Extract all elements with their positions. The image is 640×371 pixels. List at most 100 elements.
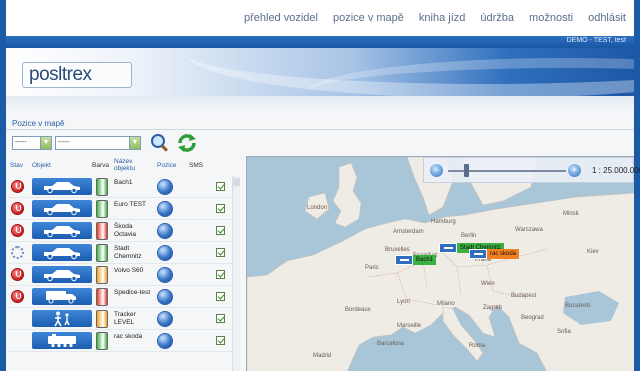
stop-icon[interactable] [11, 202, 24, 215]
status-color-bar [96, 266, 108, 284]
status-color-bar [96, 222, 108, 240]
car-icon[interactable] [32, 266, 92, 283]
sms-checkbox[interactable] [216, 182, 225, 191]
group-select[interactable]: ----- ▼ [12, 136, 52, 150]
map-label: London [307, 205, 328, 211]
person-icon[interactable] [32, 310, 92, 327]
table-row[interactable]: Spedice-test [8, 286, 232, 308]
zoom-control: − + 1 : 25.000.000 [423, 157, 640, 183]
object-select[interactable]: ----- ▼ [55, 136, 141, 150]
globe-icon[interactable] [157, 201, 173, 217]
nav-map-position[interactable]: pozice v mapě [333, 12, 404, 24]
zoom-slider-handle[interactable] [464, 164, 469, 177]
map-label: Hamburg [431, 219, 456, 225]
loading-icon [11, 246, 24, 259]
table-row[interactable]: Stadt Chemnitz [8, 242, 232, 264]
col-name[interactable]: Název objektu [114, 158, 148, 172]
globe-icon[interactable] [157, 311, 173, 327]
map-label: Beograd [521, 315, 544, 321]
table-row[interactable]: Volvo S60 [8, 264, 232, 286]
nav-maintenance[interactable]: údržba [480, 12, 514, 24]
arrow-icon [439, 243, 457, 253]
status-color-bar [96, 178, 108, 196]
table-row[interactable]: Tracker LEVEL [8, 308, 232, 330]
vehicle-name: Euro TEST [114, 201, 147, 208]
table-row[interactable]: Euro TEST [8, 198, 232, 220]
car-icon[interactable] [32, 244, 92, 261]
map-label: Wien [481, 281, 495, 287]
status-color-bar [96, 200, 108, 218]
zoom-in-icon[interactable]: + [568, 164, 581, 177]
map-label: Amsterdam [393, 229, 424, 235]
map-label: Bruxelles [385, 247, 410, 253]
map-land [247, 157, 634, 371]
sms-checkbox[interactable] [216, 270, 225, 279]
stop-icon[interactable] [11, 224, 24, 237]
globe-icon[interactable] [157, 245, 173, 261]
table-scrollbar[interactable] [232, 176, 240, 371]
banner-bottom [6, 96, 634, 114]
map-label: Kiev [587, 249, 599, 255]
map-marker[interactable]: Bach1 [395, 255, 437, 265]
vehicle-name: rac skoda [114, 333, 143, 340]
page-title: Pozice v mapě [12, 119, 65, 128]
arrow-icon [395, 255, 413, 265]
train-icon[interactable] [32, 332, 92, 349]
globe-icon[interactable] [157, 289, 173, 305]
sms-checkbox[interactable] [216, 314, 225, 323]
map-label: Sofia [557, 329, 571, 335]
map-label: Roma [469, 343, 486, 349]
vehicle-name: Bach1 [114, 179, 133, 186]
status-color-bar [96, 244, 108, 262]
map-label: Madrid [313, 353, 332, 359]
logo[interactable]: posltrex [22, 62, 132, 88]
col-position: Pozice [157, 162, 177, 169]
table-row[interactable]: rac skoda [8, 330, 232, 352]
sms-checkbox[interactable] [216, 248, 225, 257]
car-icon[interactable] [32, 200, 92, 217]
map-label: Paris [365, 265, 379, 271]
globe-icon[interactable] [157, 223, 173, 239]
map-scale: 1 : 25.000.000 [592, 166, 640, 175]
vehicle-name: Stadt Chemnitz [114, 245, 142, 260]
stop-icon[interactable] [11, 180, 24, 193]
map-label: Berlin [461, 233, 477, 239]
map-label: Minsk [563, 211, 579, 217]
sms-checkbox[interactable] [216, 336, 225, 345]
col-color: Barva [92, 162, 109, 169]
chevron-down-icon: ▼ [40, 137, 51, 149]
truck-icon[interactable] [32, 288, 92, 305]
globe-icon[interactable] [157, 267, 173, 283]
status-color-bar [96, 288, 108, 306]
vehicle-name: Tracker LEVEL [114, 311, 136, 326]
nav-options[interactable]: možnosti [529, 12, 573, 24]
sms-checkbox[interactable] [216, 226, 225, 235]
status-color-bar [96, 310, 108, 328]
stop-icon[interactable] [11, 290, 24, 303]
map-label: Zagreb [483, 305, 503, 311]
arrow-icon [469, 249, 487, 259]
map-marker[interactable]: rac skoda [469, 249, 520, 259]
col-object[interactable]: Objekt [32, 162, 51, 169]
stop-icon[interactable] [11, 268, 24, 281]
globe-icon[interactable] [157, 333, 173, 349]
table-row[interactable]: Bach1 [8, 176, 232, 198]
nav-vehicle-overview[interactable]: přehled vozidel [244, 12, 318, 24]
nav-logbook[interactable]: kniha jízd [419, 12, 465, 24]
refresh-icon[interactable] [177, 133, 197, 153]
globe-icon[interactable] [157, 179, 173, 195]
search-icon[interactable] [150, 133, 170, 153]
map-label: Bordeaux [345, 307, 371, 313]
map-label: Bucuresti [565, 303, 591, 309]
map-label: Milano [437, 301, 455, 307]
sms-checkbox[interactable] [216, 204, 225, 213]
zoom-out-icon[interactable]: − [430, 164, 443, 177]
car-icon[interactable] [32, 178, 92, 195]
table-row[interactable]: Škoda Octavia [8, 220, 232, 242]
top-navigation: přehled vozidel pozice v mapě kniha jízd… [6, 0, 634, 36]
map[interactable]: London Hamburg Berlin Warszawa Minsk Kie… [246, 156, 634, 371]
car-icon[interactable] [32, 222, 92, 239]
map-label: Lyon [397, 299, 410, 305]
nav-logout[interactable]: odhlásit [588, 12, 626, 24]
sms-checkbox[interactable] [216, 292, 225, 301]
